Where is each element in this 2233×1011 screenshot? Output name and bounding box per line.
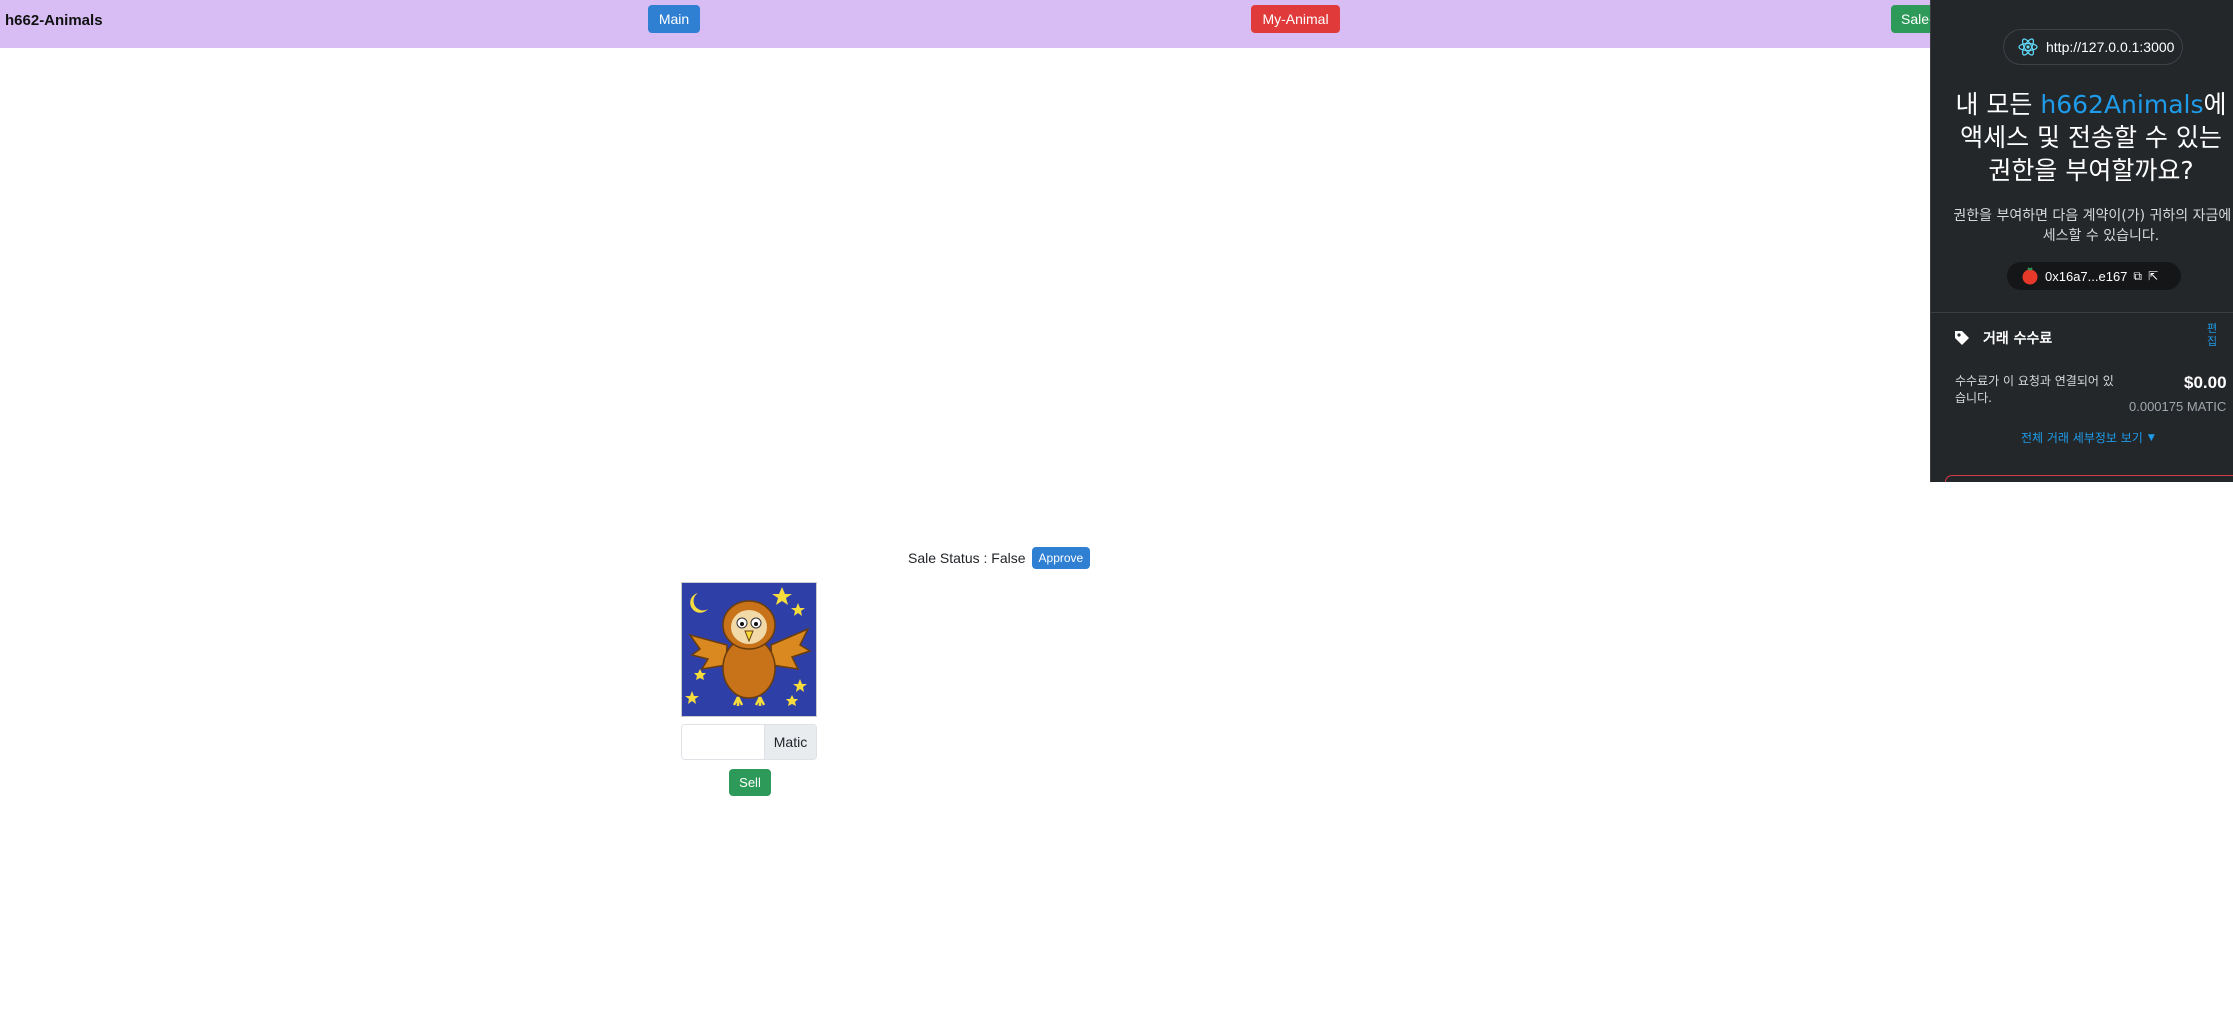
origin-url: http://127.0.0.1:3000 bbox=[2046, 39, 2175, 55]
chevron-down-icon[interactable]: ▼ bbox=[2148, 433, 2155, 443]
title-line-2: 액세스 및 전송할 수 있는 bbox=[1960, 123, 2222, 152]
contract-address-pill: 0x16a7...e167 ⧉ ⇱ bbox=[2007, 262, 2181, 290]
collection-name[interactable]: h662Animals bbox=[2040, 90, 2203, 119]
section-divider bbox=[1931, 312, 2233, 313]
main-button[interactable]: Main bbox=[648, 5, 700, 33]
title-suffix: 에 bbox=[2203, 90, 2227, 119]
sell-button[interactable]: Sell bbox=[729, 769, 771, 796]
price-input[interactable] bbox=[682, 725, 764, 759]
owl-nft-image bbox=[681, 582, 817, 717]
account-avatar-icon bbox=[2022, 267, 2038, 285]
contract-address: 0x16a7...e167 bbox=[2045, 268, 2128, 284]
copy-icon[interactable]: ⧉ bbox=[2133, 269, 2142, 284]
fee-note: 수수료가 이 요청과 연결되어 있습니다. bbox=[1955, 374, 2114, 405]
react-icon bbox=[2018, 38, 2038, 56]
edit-fee-link[interactable]: 편집 bbox=[2207, 322, 2219, 348]
fee-native-amount: 0.000175 MATIC bbox=[2129, 399, 2227, 414]
details-label[interactable]: 전체 거래 세부정보 보기 bbox=[2021, 429, 2143, 446]
warning-box-edge bbox=[1945, 475, 2233, 482]
approval-description: 권한을 부여하면 다음 계약이(가) 귀하의 자금에 액세스할 수 있습니다. bbox=[1953, 208, 2233, 244]
sale-status-row: Sale Status : False Approve bbox=[908, 547, 1091, 569]
top-navbar: h662-Animals Main My-Animal Sale- bbox=[0, 0, 2233, 48]
currency-addon: Matic bbox=[764, 725, 816, 759]
origin-pill: http://127.0.0.1:3000 bbox=[2003, 29, 2183, 65]
my-animal-button[interactable]: My-Animal bbox=[1251, 5, 1340, 33]
title-line-3: 권한을 부여할까요? bbox=[1988, 156, 2194, 185]
approve-button[interactable]: Approve bbox=[1031, 547, 1091, 569]
fee-label: 거래 수수료 bbox=[1983, 331, 2053, 347]
view-details-link[interactable]: 전체 거래 세부정보 보기 ▼ bbox=[2021, 429, 2155, 446]
tag-icon bbox=[1955, 331, 1969, 345]
price-input-group: Matic bbox=[681, 724, 817, 760]
title-prefix: 내 모든 bbox=[1955, 90, 2041, 119]
fee-row: 거래 수수료 bbox=[1953, 324, 2233, 352]
owl-illustration-icon bbox=[682, 583, 816, 716]
external-link-icon[interactable]: ⇱ bbox=[2148, 269, 2158, 283]
fee-fiat-amount: $0.00 bbox=[2184, 373, 2227, 392]
approval-title: 내 모든 h662Animals에 액세스 및 전송할 수 있는 권한을 부여할… bbox=[1931, 88, 2233, 187]
sale-status-text: Sale Status : False bbox=[908, 550, 1026, 566]
wallet-approval-popup: http://127.0.0.1:3000 내 모든 h662Animals에 … bbox=[1930, 0, 2233, 482]
brand-title[interactable]: h662-Animals bbox=[5, 12, 103, 29]
